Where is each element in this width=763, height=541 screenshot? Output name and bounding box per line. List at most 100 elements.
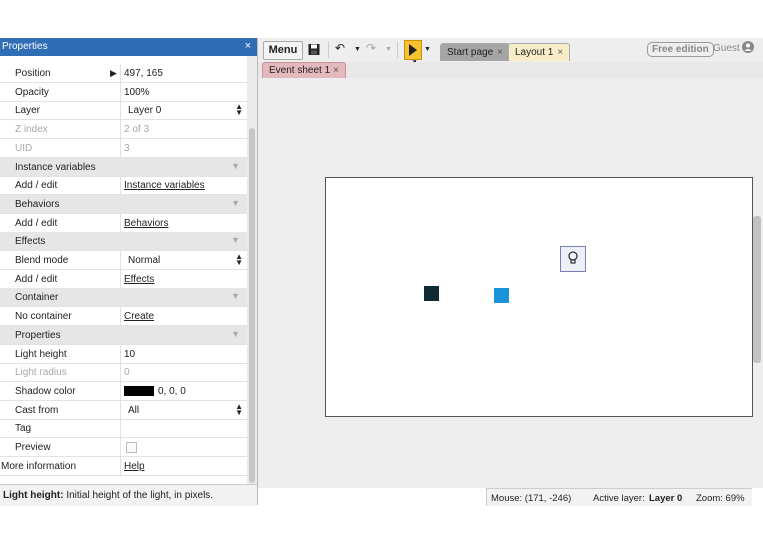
section-header-effects[interactable]: Effects ▼ [0,232,247,252]
main-toolbar: Menu ↶ ▼ ↷ ▼ ▼ ➚ Start page× Layout 1× F… [258,38,763,70]
property-label: Layer [15,105,41,117]
property-link[interactable]: Help [124,461,145,472]
property-value: 2 of 3 [124,124,150,136]
column-divider [120,120,121,139]
section-header-instance-variables[interactable]: Instance variables ▼ [0,157,247,177]
redo-icon[interactable]: ↷ [366,41,376,58]
property-row-preview[interactable]: Preview [0,438,247,457]
property-row-layer[interactable]: Layer Layer 0 ▲ ▼ [0,101,247,121]
property-row-blend-mode[interactable]: Blend mode Normal ▲ ▼ [0,251,247,270]
column-divider [120,400,121,419]
property-label: UID [15,142,33,154]
section-label: Properties [15,329,61,341]
property-link[interactable]: Create [124,311,154,322]
property-row-more-information[interactable]: More information Help [0,456,247,476]
preview-checkbox[interactable] [126,442,137,453]
property-help-bar: Light height: Initial height of the ligh… [0,484,257,506]
property-row-cast-from[interactable]: Cast from All ▲ ▼ [0,400,247,420]
tab-start-page[interactable]: Start page × [440,43,510,61]
property-link[interactable]: Instance variables [124,180,205,191]
column-divider [120,307,121,326]
expand-arrow-icon[interactable]: ▶ [110,68,117,79]
properties-scrollbar-thumb[interactable] [249,128,255,483]
property-value[interactable]: 0, 0, 0 [158,386,186,397]
mouse-position: Mouse: (171, -246) [491,493,572,504]
property-value: 0 [124,367,130,379]
layout-scrollbar[interactable] [753,216,761,363]
property-value[interactable]: 497, 165 [124,68,163,79]
close-icon[interactable]: × [557,47,563,58]
chevron-down-icon[interactable]: ▼ [231,235,240,245]
property-row-shadow-color[interactable]: Shadow color 0, 0, 0 [0,381,247,401]
column-divider [120,64,121,82]
column-divider [120,269,121,288]
property-value[interactable]: 10 [124,349,135,360]
chevron-down-icon[interactable]: ▼ [231,329,240,339]
select-arrows-icon[interactable]: ▲ ▼ [235,103,243,117]
section-label: Instance variables [15,161,96,173]
property-select-value[interactable]: Layer 0 [128,105,161,116]
property-row-tag[interactable]: Tag [0,419,247,439]
color-swatch[interactable] [124,385,154,396]
menu-button[interactable]: Menu [263,41,303,60]
chevron-down-icon[interactable]: ▼ [231,161,240,171]
close-icon[interactable]: × [245,40,251,52]
zoom-level: Zoom: 69% [696,493,745,504]
free-edition-badge[interactable]: Free edition [647,42,714,57]
property-row-add-edit[interactable]: Add / edit Behaviors [0,213,247,233]
property-label: Add / edit [15,180,58,192]
property-label: More information [1,460,77,472]
chevron-down-icon[interactable]: ▼ [231,198,240,208]
properties-scrollbar[interactable] [247,56,257,505]
property-value: 3 [124,142,130,154]
property-select-value[interactable]: Normal [128,255,160,266]
section-header-behaviors[interactable]: Behaviors ▼ [0,194,247,214]
undo-icon[interactable]: ↶ [335,41,345,58]
blue-sprite-object[interactable] [494,288,509,303]
tab-label: Event sheet 1 [269,65,331,76]
column-divider [120,456,121,475]
property-row-z-index[interactable]: Z index 2 of 3 [0,120,247,140]
column-divider [120,82,121,101]
dark-sprite-object[interactable] [424,286,439,301]
close-icon[interactable]: × [497,47,503,58]
property-link[interactable]: Effects [124,274,154,285]
layout-canvas[interactable] [325,177,753,417]
column-divider [120,419,121,438]
property-row-add-edit[interactable]: Add / edit Instance variables [0,176,247,196]
property-row-position[interactable]: Position ▶ 497, 165 [0,64,247,83]
property-row-no-container[interactable]: No container Create [0,307,247,327]
chevron-down-icon[interactable]: ▼ [231,291,240,301]
column-divider [120,101,121,120]
properties-title: Properties [2,41,48,52]
property-row-opacity[interactable]: Opacity 100% [0,82,247,102]
play-dropdown-icon[interactable]: ▼ [424,46,431,63]
property-row-uid[interactable]: UID 3 [0,138,247,158]
lightbulb-icon [568,251,578,268]
section-header-container[interactable]: Container ▼ [0,288,247,308]
secondary-tab-row: Event sheet 1 × [258,62,763,79]
light-object[interactable] [560,246,586,272]
property-link[interactable]: Behaviors [124,218,168,229]
close-icon[interactable]: × [333,65,339,76]
section-header-properties[interactable]: Properties ▼ [0,325,247,345]
select-arrows-icon[interactable]: ▲ ▼ [235,253,243,267]
select-arrows-icon[interactable]: ▲ ▼ [235,402,243,416]
property-label: Preview [15,442,51,453]
property-help-name: Light height: [3,490,64,501]
column-divider [120,363,121,382]
layout-view[interactable] [258,78,763,488]
user-name[interactable]: Guest [713,43,740,54]
property-select-value[interactable]: All [128,405,139,416]
undo-dropdown-icon[interactable]: ▼ [354,46,361,63]
tab-event-sheet-1[interactable]: Event sheet 1 × [262,62,346,79]
redo-dropdown-icon[interactable]: ▼ [385,46,392,63]
column-divider [120,176,121,195]
save-icon[interactable] [308,41,320,58]
property-row-add-edit[interactable]: Add / edit Effects [0,269,247,289]
tab-layout-1[interactable]: Layout 1 × [508,43,571,61]
property-row-light-height[interactable]: Light height 10 [0,344,247,364]
property-row-light-radius[interactable]: Light radius 0 [0,363,247,383]
user-icon[interactable] [742,41,754,53]
property-value[interactable]: 100% [124,87,150,98]
